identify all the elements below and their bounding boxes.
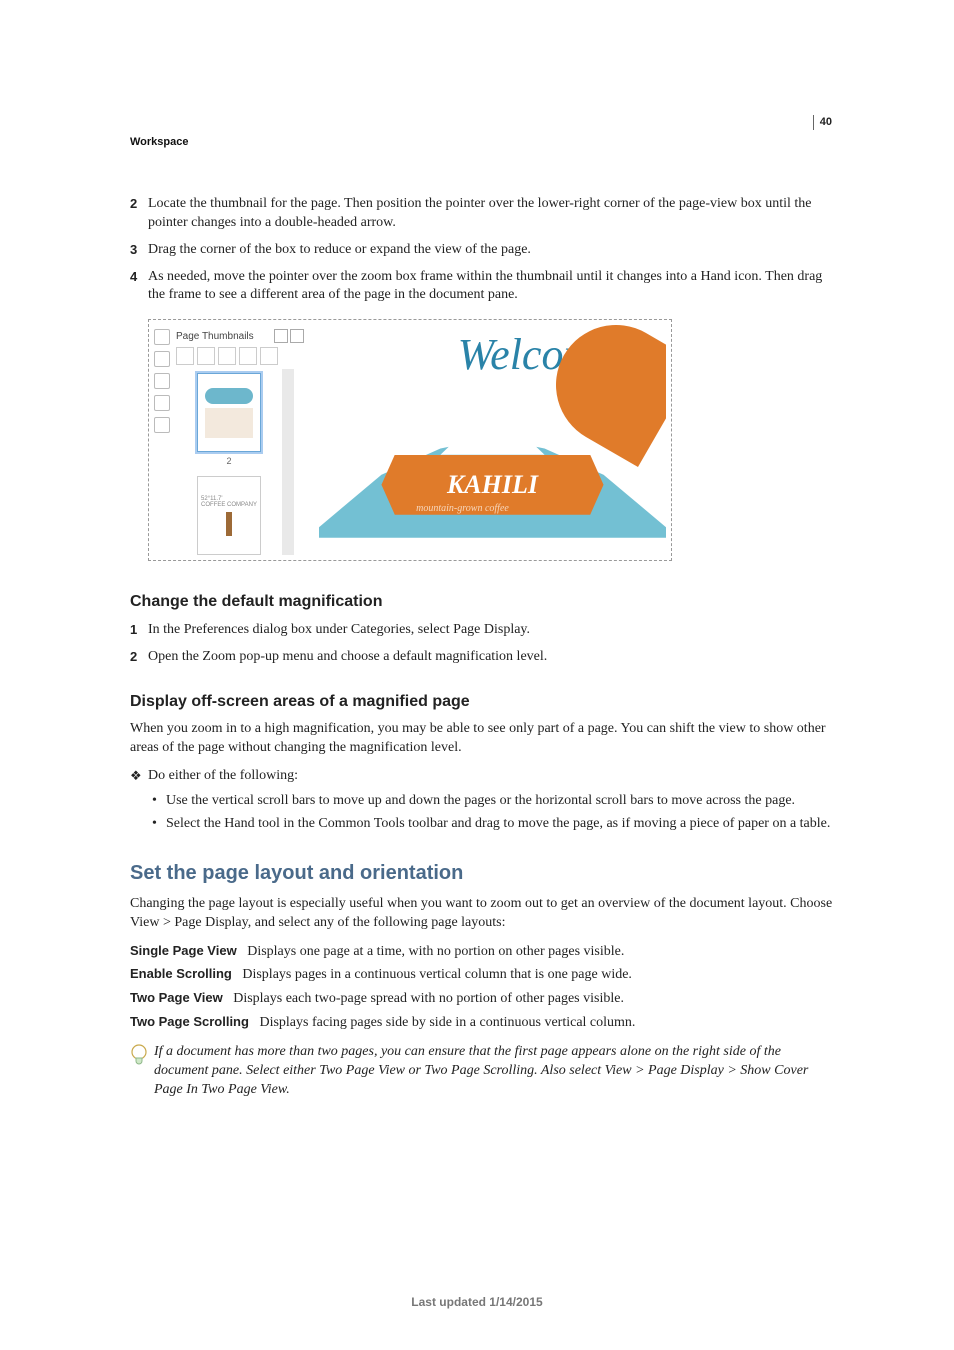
bullet-marker: • <box>152 792 166 811</box>
mountain-peak <box>440 405 544 455</box>
definition-desc: Displays each two-page spread with no po… <box>233 991 624 1006</box>
tip-text: If a document has more than two pages, y… <box>154 1043 834 1100</box>
step-text: Locate the thumbnail for the page. Then … <box>148 195 834 233</box>
replace-icon[interactable] <box>260 347 278 365</box>
sub-bullet-item: • Use the vertical scroll bars to move u… <box>152 792 834 811</box>
page-icon[interactable] <box>239 347 257 365</box>
step-item: 1 In the Preferences dialog box under Ca… <box>130 621 834 640</box>
tip-note: If a document has more than two pages, y… <box>130 1043 834 1100</box>
step-number: 4 <box>130 268 148 306</box>
step-number: 1 <box>130 621 148 640</box>
screenshot-figure: Page Thumbnails 2 52°11.7'COFFEE COMPANY <box>148 319 672 561</box>
definition-desc: Displays one page at a time, with no por… <box>247 944 624 959</box>
options-icon[interactable] <box>176 347 194 365</box>
print-icon[interactable] <box>218 347 236 365</box>
paragraph: Changing the page layout is especially u… <box>130 895 834 933</box>
panel-toolbar <box>176 347 294 365</box>
panel-header: Page Thumbnails <box>176 327 304 345</box>
step-text: In the Preferences dialog box under Cate… <box>148 621 834 640</box>
definition-desc: Displays pages in a continuous vertical … <box>242 967 632 982</box>
definition-term: Two Page Scrolling <box>130 1014 249 1029</box>
paragraph: When you zoom in to a high magnification… <box>130 720 834 758</box>
nav-icon-strip <box>154 325 172 555</box>
step-text: Open the Zoom pop-up menu and choose a d… <box>148 648 834 667</box>
definition-term: Enable Scrolling <box>130 966 232 981</box>
heading-display-offscreen: Display off-screen areas of a magnified … <box>130 691 834 713</box>
brand-subtitle: mountain-grown coffee <box>416 503 509 514</box>
step-number: 2 <box>130 648 148 667</box>
signatures-icon[interactable] <box>154 395 170 411</box>
running-header: Workspace <box>130 135 834 150</box>
definition-term: Two Page View <box>130 990 223 1005</box>
sub-bullet-item: • Select the Hand tool in the Common Too… <box>152 815 834 834</box>
step-number: 2 <box>130 195 148 233</box>
page-footer: Last updated 1/14/2015 <box>0 1294 954 1310</box>
document-pane[interactable]: Welcome to KAHILI mountain-grown coffee <box>319 325 666 555</box>
bullet-text: Select the Hand tool in the Common Tools… <box>166 815 834 834</box>
brand-name: KAHILI <box>447 470 538 500</box>
attachments-icon[interactable] <box>154 373 170 389</box>
panel-title: Page Thumbnails <box>176 331 272 342</box>
thumbnail-label: 2 <box>226 456 231 466</box>
definition-term: Single Page View <box>130 943 237 958</box>
bullet-text: Do either of the following: <box>148 767 834 786</box>
step-item: 4 As needed, move the pointer over the z… <box>130 268 834 306</box>
step-text: As needed, move the pointer over the zoo… <box>148 268 834 306</box>
bullet-item: ❖ Do either of the following: <box>130 767 834 786</box>
definition-item: Two Page Scrolling Displays facing pages… <box>130 1013 834 1033</box>
bookmarks-icon[interactable] <box>154 351 170 367</box>
close-button[interactable] <box>290 329 304 343</box>
layers-icon[interactable] <box>154 417 170 433</box>
heading-change-magnification: Change the default magnification <box>130 591 834 613</box>
bullet-marker: ❖ <box>130 767 148 786</box>
lightbulb-icon <box>130 1043 148 1067</box>
definition-desc: Displays facing pages side by side in a … <box>259 1015 635 1030</box>
thumbnails-list[interactable]: 2 52°11.7'COFFEE COMPANY <box>176 369 294 555</box>
definition-item: Enable Scrolling Displays pages in a con… <box>130 965 834 985</box>
page-thumbnail[interactable] <box>197 373 261 452</box>
bullet-text: Use the vertical scroll bars to move up … <box>166 792 834 811</box>
definition-item: Two Page View Displays each two-page spr… <box>130 989 834 1009</box>
heading-page-layout: Set the page layout and orientation <box>130 860 834 887</box>
page-thumbnail[interactable]: 52°11.7'COFFEE COMPANY <box>197 476 261 555</box>
pages-icon[interactable] <box>154 329 170 345</box>
definition-item: Single Page View Displays one page at a … <box>130 942 834 962</box>
document-page: Workspace 40 2 Locate the thumbnail for … <box>0 0 954 1350</box>
step-item: 2 Locate the thumbnail for the page. The… <box>130 195 834 233</box>
step-item: 2 Open the Zoom pop-up menu and choose a… <box>130 648 834 667</box>
step-item: 3 Drag the corner of the box to reduce o… <box>130 241 834 260</box>
trash-icon[interactable] <box>197 347 215 365</box>
step-text: Drag the corner of the box to reduce or … <box>148 241 834 260</box>
collapse-button[interactable] <box>274 329 288 343</box>
page-number: 40 <box>813 115 832 130</box>
bullet-marker: • <box>152 815 166 834</box>
thumbnails-panel: Page Thumbnails 2 52°11.7'COFFEE COMPANY <box>154 325 304 555</box>
step-number: 3 <box>130 241 148 260</box>
